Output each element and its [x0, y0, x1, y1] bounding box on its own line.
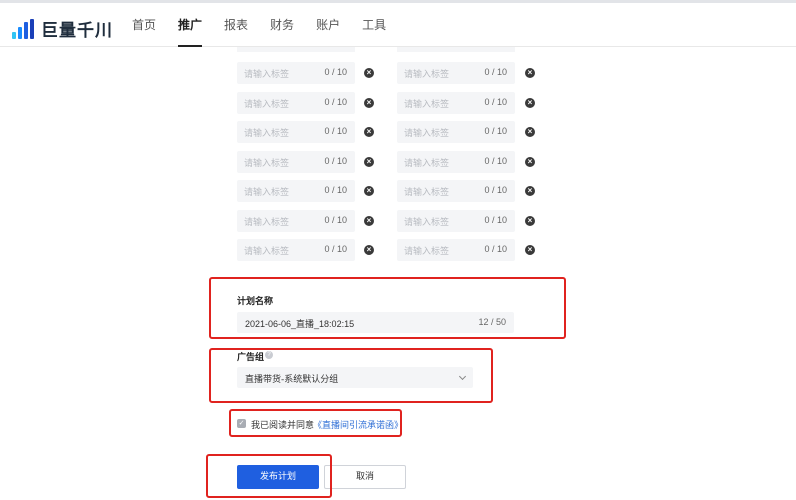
- tag-placeholder: 请输入标签: [244, 247, 290, 257]
- tag-placeholder: 请输入标签: [404, 247, 450, 257]
- agreement-checkbox[interactable]: ✓: [237, 419, 246, 428]
- agreement-text: 我已阅读并同意: [251, 421, 315, 431]
- bar-chart-logo-icon: [12, 18, 36, 39]
- close-circle-icon[interactable]: ×: [364, 245, 374, 255]
- nav-item[interactable]: 首页: [122, 3, 166, 47]
- nav-item[interactable]: 工具: [352, 3, 396, 47]
- plan-name-input[interactable]: 2021-06-06_直播_18:02:15 12 / 50: [237, 312, 514, 333]
- close-circle-icon[interactable]: ×: [364, 68, 374, 78]
- plan-name-value: 2021-06-06_直播_18:02:15: [245, 319, 355, 329]
- tag-input[interactable]: 请输入标签 0 / 10: [237, 209, 355, 232]
- tag-count: 0 / 10: [484, 244, 507, 254]
- publish-plan-button[interactable]: 发布计划: [237, 465, 319, 489]
- plan-name-label: 计划名称: [237, 297, 274, 307]
- tag-count: 0 / 10: [484, 67, 507, 77]
- tag-count: 0 / 10: [324, 155, 347, 166]
- tag-input[interactable]: 请输入标签 0 / 10: [397, 62, 515, 84]
- tag-count: 0 / 10: [484, 185, 507, 195]
- main-nav: 首页 推广 报表 财务 账户 工具: [122, 3, 398, 47]
- tag-count: 0 / 10: [484, 126, 507, 136]
- tag-placeholder: 请输入标签: [244, 129, 290, 139]
- close-circle-icon[interactable]: ×: [364, 97, 374, 108]
- tag-input[interactable]: 请输入标签 0 / 10: [397, 209, 515, 232]
- tag-input[interactable]: 请输入标签 0 / 10: [397, 239, 515, 261]
- tag-placeholder: 请输入标签: [244, 70, 290, 80]
- ad-group-select[interactable]: 直播带货-系统默认分组: [237, 367, 473, 388]
- tag-placeholder: 请输入标签: [244, 217, 290, 228]
- nav-item[interactable]: 报表: [214, 3, 258, 47]
- top-header: 巨量千川 首页 推广 报表 财务 账户 工具: [0, 3, 796, 47]
- close-circle-icon[interactable]: ×: [525, 97, 535, 108]
- question-icon[interactable]: ?: [265, 351, 273, 359]
- close-circle-icon[interactable]: ×: [525, 245, 535, 255]
- logo[interactable]: 巨量千川: [12, 16, 113, 41]
- tag-count: 0 / 10: [484, 214, 507, 225]
- chevron-down-icon: [458, 372, 467, 381]
- close-circle-icon[interactable]: ×: [364, 215, 374, 226]
- tag-input[interactable]: 请输入标签 0 / 10: [397, 150, 515, 173]
- close-circle-icon[interactable]: ×: [525, 68, 535, 78]
- tag-input-partial: [237, 47, 355, 52]
- tag-count: 0 / 10: [324, 214, 347, 225]
- tag-placeholder: 请输入标签: [404, 70, 450, 80]
- tag-placeholder: 请输入标签: [404, 158, 450, 169]
- tag-placeholder: 请输入标签: [404, 188, 450, 198]
- ad-group-label: 广告组: [237, 353, 265, 363]
- tag-placeholder: 请输入标签: [244, 188, 290, 198]
- close-circle-icon[interactable]: ×: [364, 156, 374, 167]
- tag-count: 0 / 10: [324, 185, 347, 195]
- tag-input[interactable]: 请输入标签 0 / 10: [237, 121, 355, 143]
- tag-count: 0 / 10: [324, 244, 347, 254]
- tag-input[interactable]: 请输入标签 0 / 10: [237, 91, 355, 114]
- tag-placeholder: 请输入标签: [244, 99, 290, 110]
- tag-placeholder: 请输入标签: [244, 158, 290, 169]
- nav-item[interactable]: 财务: [260, 3, 304, 47]
- tag-input[interactable]: 请输入标签 0 / 10: [237, 62, 355, 84]
- close-circle-icon[interactable]: ×: [364, 127, 374, 137]
- tag-count: 0 / 10: [484, 155, 507, 166]
- logo-text: 巨量千川: [41, 21, 113, 41]
- close-circle-icon[interactable]: ×: [525, 186, 535, 196]
- tag-count: 0 / 10: [324, 96, 347, 107]
- close-circle-icon[interactable]: ×: [525, 215, 535, 226]
- nav-item[interactable]: 账户: [306, 3, 350, 47]
- close-circle-icon[interactable]: ×: [525, 156, 535, 167]
- plan-name-count: 12 / 50: [478, 317, 506, 327]
- tag-input[interactable]: 请输入标签 0 / 10: [397, 121, 515, 143]
- ad-group-selected: 直播带货-系统默认分组: [245, 375, 339, 385]
- tag-input[interactable]: 请输入标签 0 / 10: [237, 180, 355, 202]
- tag-input[interactable]: 请输入标签 0 / 10: [237, 239, 355, 261]
- tag-placeholder: 请输入标签: [404, 99, 450, 110]
- tag-input[interactable]: 请输入标签 0 / 10: [397, 91, 515, 114]
- tag-count: 0 / 10: [324, 67, 347, 77]
- tag-placeholder: 请输入标签: [404, 217, 450, 228]
- tag-input[interactable]: 请输入标签 0 / 10: [397, 180, 515, 202]
- close-circle-icon[interactable]: ×: [364, 186, 374, 196]
- nav-item[interactable]: 推广: [168, 3, 212, 47]
- tag-input-partial: [397, 47, 515, 52]
- agreement-link[interactable]: 《直播间引流承诺函》: [313, 418, 403, 431]
- check-icon: ✓: [238, 420, 245, 427]
- close-circle-icon[interactable]: ×: [525, 127, 535, 137]
- tag-placeholder: 请输入标签: [404, 129, 450, 139]
- tag-count: 0 / 10: [484, 96, 507, 107]
- tag-count: 0 / 10: [324, 126, 347, 136]
- cancel-button[interactable]: 取消: [324, 465, 406, 489]
- tag-input[interactable]: 请输入标签 0 / 10: [237, 150, 355, 173]
